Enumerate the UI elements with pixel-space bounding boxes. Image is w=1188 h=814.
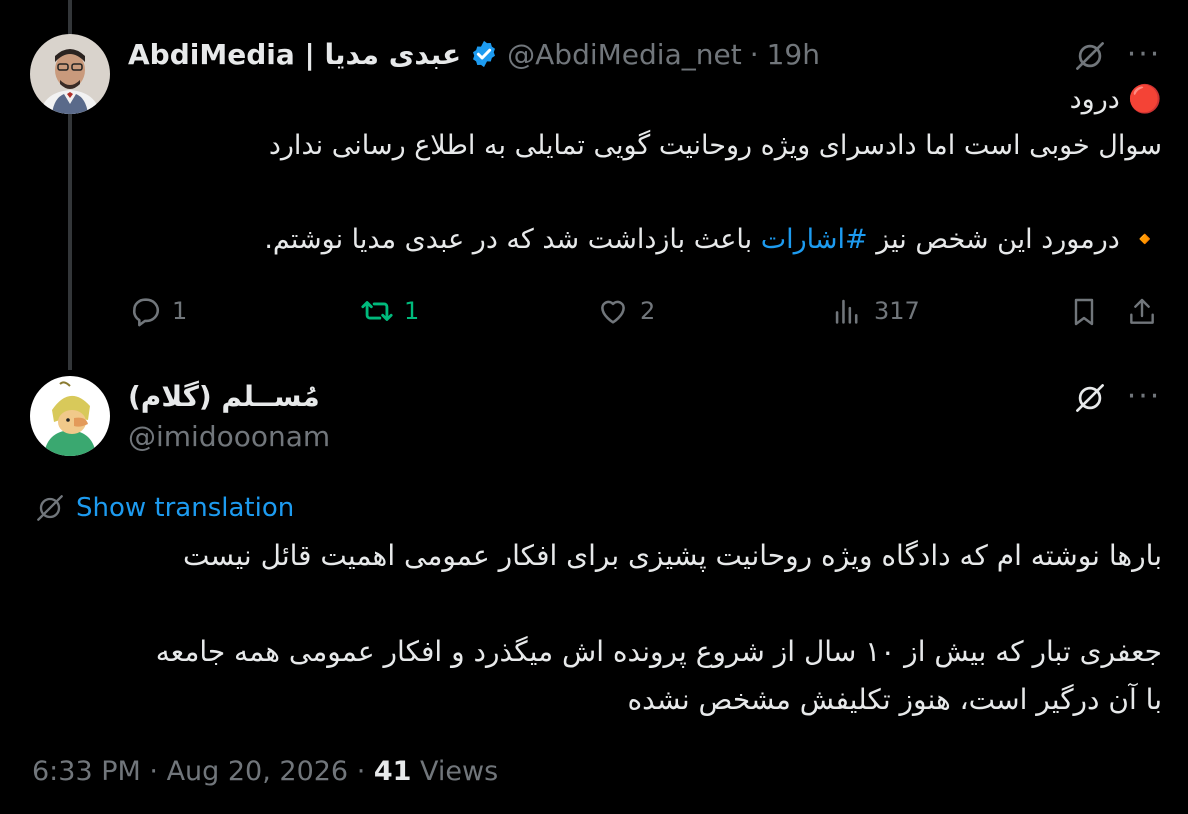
like-button[interactable]: 2 bbox=[596, 294, 655, 328]
retweet-count: 1 bbox=[404, 297, 420, 325]
tweet1-line-question: سوال خوبی است اما دادسرای ویژه روحانیت گ… bbox=[268, 130, 1162, 161]
verified-badge-icon bbox=[473, 40, 496, 68]
mention-text-before: درمورد این شخص نیز bbox=[876, 224, 1120, 255]
reply-button[interactable]: 1 bbox=[128, 294, 187, 328]
separator-dot: · bbox=[356, 756, 374, 787]
grok-icon[interactable] bbox=[1070, 378, 1110, 418]
tweet2-meta: 6:33 PM · Aug 20, 2026 · 41 Views bbox=[32, 756, 498, 787]
orange-diamond-emoji: 🔸 bbox=[1128, 224, 1162, 255]
show-translation-button[interactable]: Show translation bbox=[32, 490, 294, 526]
retweet-icon bbox=[361, 301, 393, 321]
more-icon[interactable]: ··· bbox=[1124, 376, 1164, 416]
tweet-time[interactable]: 19h bbox=[767, 38, 820, 71]
views-count: 317 bbox=[874, 297, 920, 325]
grok-icon[interactable] bbox=[1070, 36, 1110, 76]
handle[interactable]: @imidooonam bbox=[128, 420, 330, 453]
mention-text-after: باعث بازداشت شد که در عبدی مدیا نوشتم. bbox=[264, 224, 753, 255]
views-count[interactable]: 41 bbox=[374, 756, 412, 787]
display-name[interactable]: AbdiMedia | عبدی مدیا bbox=[128, 38, 461, 71]
avatar-abdimedia[interactable] bbox=[30, 34, 110, 114]
tweet1-line-mention: 🔸 درمورد این شخص نیز #اشارات باعث بازداش… bbox=[132, 218, 1162, 262]
reply-count: 1 bbox=[172, 297, 188, 325]
tweet2-header: مُســلم (گلام) bbox=[128, 376, 320, 416]
tweet-time[interactable]: 6:33 PM bbox=[32, 756, 141, 787]
bookmark-button[interactable] bbox=[1066, 294, 1102, 330]
bookmark-icon bbox=[1074, 298, 1094, 326]
tweet1-line-greeting: 🔴 درود bbox=[132, 78, 1162, 122]
reply-icon bbox=[132, 298, 159, 327]
greeting-text: درود bbox=[1069, 84, 1120, 115]
tweet2-handle-row: @imidooonam bbox=[128, 416, 330, 456]
tweet2-paragraph2-line2: با آن درگیر است، هنوز تکلیفش مشخص نشده bbox=[627, 683, 1163, 716]
display-name[interactable]: مُســلم (گلام) bbox=[128, 380, 320, 413]
show-translation-label: Show translation bbox=[76, 493, 295, 523]
tweet1-header: AbdiMedia | عبدی مدیا @AbdiMedia_net · 1… bbox=[128, 34, 820, 74]
retweet-button[interactable]: 1 bbox=[360, 294, 419, 328]
separator-dot: · bbox=[149, 756, 167, 787]
views-button[interactable]: 317 bbox=[830, 294, 920, 328]
more-icon[interactable]: ··· bbox=[1124, 34, 1164, 74]
tweet2-paragraph2-line1: جعفری تبار که بیش از ۱۰ سال از شروع پرون… bbox=[155, 635, 1162, 668]
share-button[interactable] bbox=[1124, 294, 1160, 330]
handle[interactable]: @AbdiMedia_net bbox=[507, 38, 742, 71]
translate-icon bbox=[37, 495, 63, 521]
red-circle-emoji: 🔴 bbox=[1128, 84, 1162, 115]
share-icon bbox=[1130, 298, 1154, 324]
like-count: 2 bbox=[640, 297, 656, 325]
heart-icon bbox=[601, 300, 625, 324]
views-icon bbox=[835, 299, 858, 324]
tweet2-paragraph1: بارها نوشته ام که دادگاه ویژه روحانیت پش… bbox=[183, 539, 1162, 572]
separator-dot: · bbox=[749, 37, 759, 71]
tweet-date[interactable]: Aug 20, 2026 bbox=[167, 756, 349, 787]
avatar-imidooonam[interactable] bbox=[30, 376, 110, 456]
hashtag-link[interactable]: #اشارات bbox=[761, 224, 868, 255]
views-label: Views bbox=[420, 756, 499, 787]
